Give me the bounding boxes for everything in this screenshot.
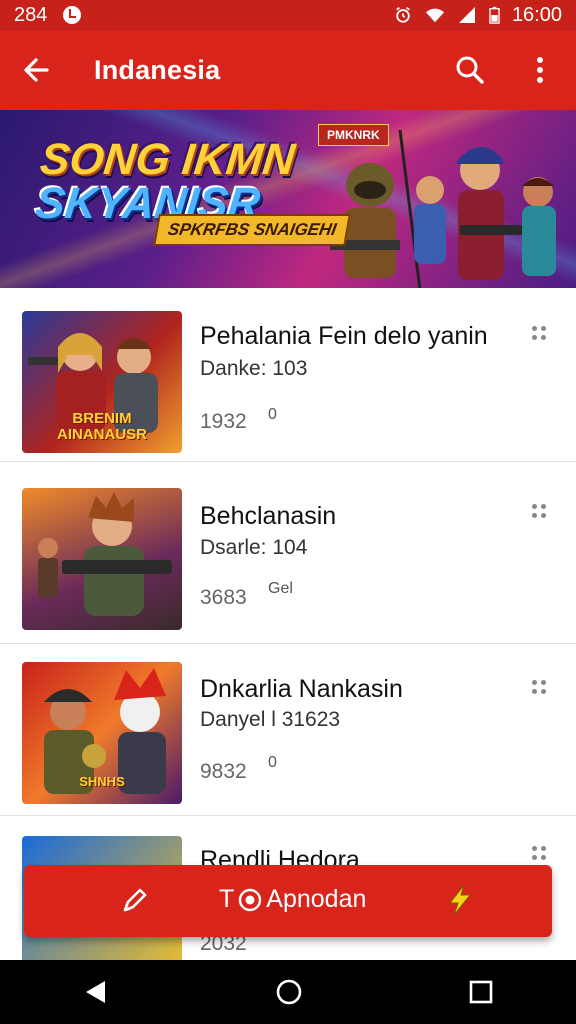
banner-flag-label: PMKNRK xyxy=(318,124,389,146)
action-label-text: Apnodan xyxy=(266,885,367,913)
game-thumbnail-text: BRENIM AINANAUSR xyxy=(57,410,147,443)
system-nav-bar xyxy=(0,960,576,1024)
item-badge: 0 xyxy=(268,406,277,423)
primary-action-button[interactable]: T Apnodan xyxy=(24,865,552,937)
item-subtitle: Danyel l 31623 xyxy=(200,708,341,731)
item-badge: Gel xyxy=(268,580,293,597)
banner-subtitle: SPKRFBS SNAIGEHI xyxy=(153,214,351,246)
item-more-icon[interactable] xyxy=(530,502,554,522)
primary-action-label: T Apnodan xyxy=(219,885,366,914)
item-title: Dnkarlia Nankasin xyxy=(200,675,403,703)
item-more-icon[interactable] xyxy=(530,324,554,344)
list-item[interactable]: Behclanasin Dsarle: 104 3683 Gel xyxy=(0,472,576,644)
game-thumbnail: BRENIM AINANAUSR xyxy=(22,311,182,453)
arrow-back-icon xyxy=(24,58,49,82)
battery-icon xyxy=(489,6,500,24)
list-item[interactable]: SHNHS Dnkarlia Nankasin Danyel l 31623 9… xyxy=(0,644,576,816)
item-subtitle: Dsarle: 104 xyxy=(200,536,308,559)
signal-icon xyxy=(458,7,475,23)
item-count: 9832 xyxy=(200,760,247,783)
game-art-illustration xyxy=(38,492,172,616)
item-badge: 0 xyxy=(268,754,277,771)
action-prefix: T xyxy=(219,885,235,913)
nav-home-icon[interactable] xyxy=(275,978,303,1006)
item-title: Pehalania Fein delo yanin xyxy=(200,322,488,350)
list-item[interactable]: BRENIM AINANAUSR Pehalania Fein delo yan… xyxy=(0,290,576,462)
lightning-icon xyxy=(448,884,472,916)
game-thumbnail: SHNHS xyxy=(22,662,182,804)
wifi-icon xyxy=(425,8,445,23)
banner-characters-illustration xyxy=(330,130,556,288)
banner-title: SONG IKMN SKYANISR xyxy=(33,135,298,228)
overflow-menu-button[interactable] xyxy=(522,52,558,88)
page-title: Indanesia xyxy=(94,54,221,85)
item-subtitle: Danke: 103 xyxy=(200,357,308,380)
status-bar: 284 16:00 xyxy=(0,0,576,30)
item-more-icon[interactable] xyxy=(530,844,554,864)
item-count: 3683 xyxy=(200,586,247,609)
status-left-text: 284 xyxy=(14,3,48,26)
item-title: Behclanasin xyxy=(200,502,337,530)
item-count: 1932 xyxy=(200,410,247,433)
back-button[interactable] xyxy=(18,52,54,88)
nav-recents-icon[interactable] xyxy=(469,980,493,1004)
item-more-icon[interactable] xyxy=(530,678,554,698)
alarm-icon xyxy=(396,7,410,23)
search-button[interactable] xyxy=(452,52,488,88)
status-time: 16:00 xyxy=(511,3,562,26)
more-vert-icon xyxy=(537,57,543,83)
nav-back-icon[interactable] xyxy=(83,979,109,1005)
featured-banner[interactable]: PMKNRK SONG IKMN SKYANISR SPKRFBS SNAIGE… xyxy=(0,110,576,288)
game-thumbnail-text: SHNHS xyxy=(79,774,125,789)
game-thumbnail xyxy=(22,488,182,630)
record-icon xyxy=(239,888,262,911)
pencil-icon xyxy=(123,888,147,912)
search-icon xyxy=(456,56,484,84)
banner-title-line1: SONG IKMN xyxy=(37,135,298,184)
notification-check-icon xyxy=(63,6,82,24)
app-bar: Indanesia xyxy=(0,30,576,110)
